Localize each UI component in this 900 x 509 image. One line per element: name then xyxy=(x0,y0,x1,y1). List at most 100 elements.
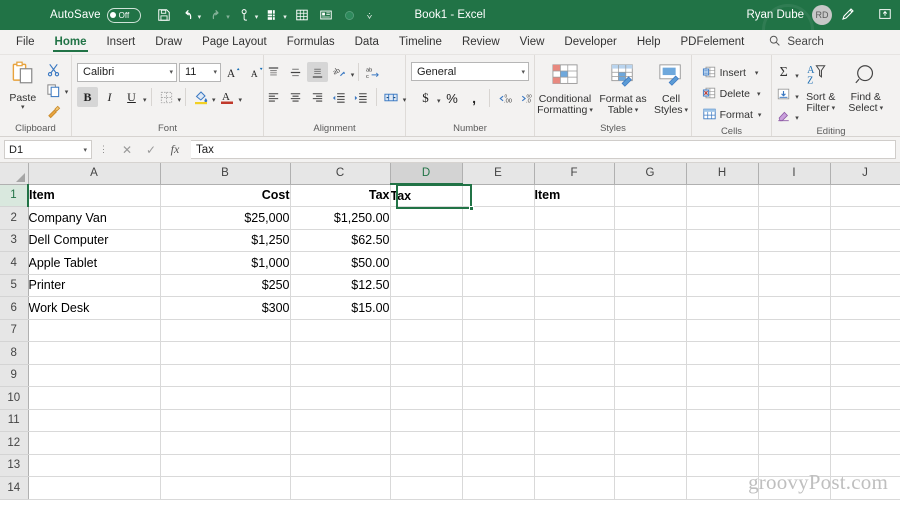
cell-B3[interactable]: $1,250 xyxy=(160,229,291,252)
tab-draw[interactable]: Draw xyxy=(145,30,192,54)
cell-D4[interactable] xyxy=(390,251,463,275)
font-family-chevron-down-icon[interactable]: ▾ xyxy=(165,68,173,76)
avatar[interactable]: RD xyxy=(812,5,832,25)
customize-qat-icon[interactable]: ⩒ xyxy=(367,9,372,22)
copy-icon[interactable] xyxy=(43,80,64,100)
cell-G7[interactable] xyxy=(614,319,687,342)
touch-mode-icon[interactable] xyxy=(234,4,256,26)
autosum-icon[interactable]: Σ xyxy=(773,63,794,83)
cell-D11[interactable] xyxy=(390,409,463,432)
cell-I10[interactable] xyxy=(758,386,831,410)
cell-C5[interactable]: $12.50 xyxy=(290,274,391,297)
insert-chevron-down-icon[interactable]: ▾ xyxy=(755,70,759,77)
cell-F4[interactable] xyxy=(534,251,615,275)
cell-B13[interactable] xyxy=(160,454,291,477)
clear-icon[interactable] xyxy=(773,105,794,125)
touch-mode-chevron-down-icon[interactable]: ▾ xyxy=(255,9,259,21)
bottom-align-icon[interactable] xyxy=(306,62,328,82)
cell-G9[interactable] xyxy=(614,364,687,387)
cell-E14[interactable] xyxy=(462,476,535,500)
increase-indent-icon[interactable] xyxy=(351,87,372,107)
cell-F13[interactable] xyxy=(534,454,615,477)
borders-chevron-down-icon[interactable]: ▾ xyxy=(178,91,182,104)
cell-G10[interactable] xyxy=(614,386,687,410)
row-header-7[interactable]: 7 xyxy=(0,319,29,342)
cell-F1[interactable]: Item xyxy=(534,184,615,207)
ribbon-display-options-icon[interactable] xyxy=(878,7,892,24)
cell-C1[interactable]: Tax xyxy=(290,184,391,207)
cell-F2[interactable] xyxy=(534,206,615,230)
name-box-chevron-down-icon[interactable]: ▾ xyxy=(83,146,87,154)
merge-center-icon[interactable] xyxy=(381,87,402,107)
close-icon[interactable]: ✕ xyxy=(115,140,139,160)
form-icon[interactable] xyxy=(315,4,337,26)
comma-format-icon[interactable]: , xyxy=(464,88,485,108)
cell-E6[interactable] xyxy=(462,296,535,320)
cell-C9[interactable] xyxy=(290,364,391,387)
cell-B4[interactable]: $1,000 xyxy=(160,251,291,275)
format-cells-button[interactable]: Format ▾ xyxy=(699,105,765,125)
cell-A11[interactable] xyxy=(28,409,161,432)
cell-C14[interactable] xyxy=(290,476,391,500)
cell-A14[interactable] xyxy=(28,476,161,500)
cell-F11[interactable] xyxy=(534,409,615,432)
format-as-table-chevron-down-icon[interactable]: ▾ xyxy=(635,107,639,114)
cell-C7[interactable] xyxy=(290,319,391,342)
cell-E5[interactable] xyxy=(462,274,535,297)
cell-C2[interactable]: $1,250.00 xyxy=(290,206,391,230)
cell-D7[interactable] xyxy=(390,319,463,342)
cell-D8[interactable] xyxy=(390,341,463,365)
cell-B8[interactable] xyxy=(160,341,291,365)
column-header-a[interactable]: A xyxy=(28,163,161,185)
tab-timeline[interactable]: Timeline xyxy=(389,30,452,54)
cell-D6[interactable] xyxy=(390,296,463,320)
cell-G4[interactable] xyxy=(614,251,687,275)
column-header-f[interactable]: F xyxy=(534,163,615,185)
cell-C13[interactable] xyxy=(290,454,391,477)
cell-I5[interactable] xyxy=(758,274,831,297)
cell-styles-button[interactable]: Cell Styles ▾ xyxy=(651,61,691,116)
cell-B7[interactable] xyxy=(160,319,291,342)
cell-styles-chevron-down-icon[interactable]: ▾ xyxy=(685,107,689,114)
cell-H4[interactable] xyxy=(686,251,759,275)
paste-button[interactable]: Paste ▾ xyxy=(3,58,43,111)
undo-icon[interactable] xyxy=(177,4,199,26)
cell-D1[interactable]: Tax xyxy=(390,184,463,207)
select-all-corner[interactable] xyxy=(0,163,29,185)
paste-chevron-down-icon[interactable]: ▾ xyxy=(21,104,25,111)
cell-D10[interactable] xyxy=(390,386,463,410)
accounting-chevron-down-icon[interactable]: ▾ xyxy=(437,92,441,105)
tab-file[interactable]: File xyxy=(6,30,45,54)
cell-I3[interactable] xyxy=(758,229,831,252)
column-header-g[interactable]: G xyxy=(614,163,687,185)
cell-G13[interactable] xyxy=(614,454,687,477)
autosave-control[interactable]: AutoSave Off xyxy=(50,7,141,23)
column-header-e[interactable]: E xyxy=(462,163,535,185)
font-size-combo[interactable]: 11 ▾ xyxy=(179,62,221,82)
cell-G14[interactable] xyxy=(614,476,687,500)
cell-B14[interactable] xyxy=(160,476,291,500)
find-select-chevron-down-icon[interactable]: ▾ xyxy=(880,105,884,112)
orientation-chevron-down-icon[interactable]: ▾ xyxy=(351,66,355,79)
row-header-5[interactable]: 5 xyxy=(0,274,29,297)
worksheet-grid[interactable]: A B C D E F G H I J 1 Item Cost Tax Tax Item 2… xyxy=(0,163,900,509)
pivot-chevron-down-icon[interactable]: ▾ xyxy=(283,9,287,21)
tab-data[interactable]: Data xyxy=(345,30,389,54)
number-format-chevron-down-icon[interactable]: ▾ xyxy=(517,68,525,76)
cell-H9[interactable] xyxy=(686,364,759,387)
cell-H3[interactable] xyxy=(686,229,759,252)
cell-J8[interactable] xyxy=(830,341,900,365)
cell-H1[interactable] xyxy=(686,184,759,207)
cell-G1[interactable] xyxy=(614,184,687,207)
cell-J11[interactable] xyxy=(830,409,900,432)
cell-A2[interactable]: Company Van xyxy=(28,206,161,230)
italic-button[interactable]: I xyxy=(99,87,120,107)
increase-decimal-icon[interactable]: .00 0 xyxy=(494,88,515,108)
cell-E13[interactable] xyxy=(462,454,535,477)
font-color-chevron-down-icon[interactable]: ▾ xyxy=(239,91,243,104)
cell-D12[interactable] xyxy=(390,431,463,455)
cell-J3[interactable] xyxy=(830,229,900,252)
row-header-13[interactable]: 13 xyxy=(0,454,29,477)
underline-chevron-down-icon[interactable]: ▾ xyxy=(143,91,147,104)
cut-icon[interactable] xyxy=(43,59,64,79)
